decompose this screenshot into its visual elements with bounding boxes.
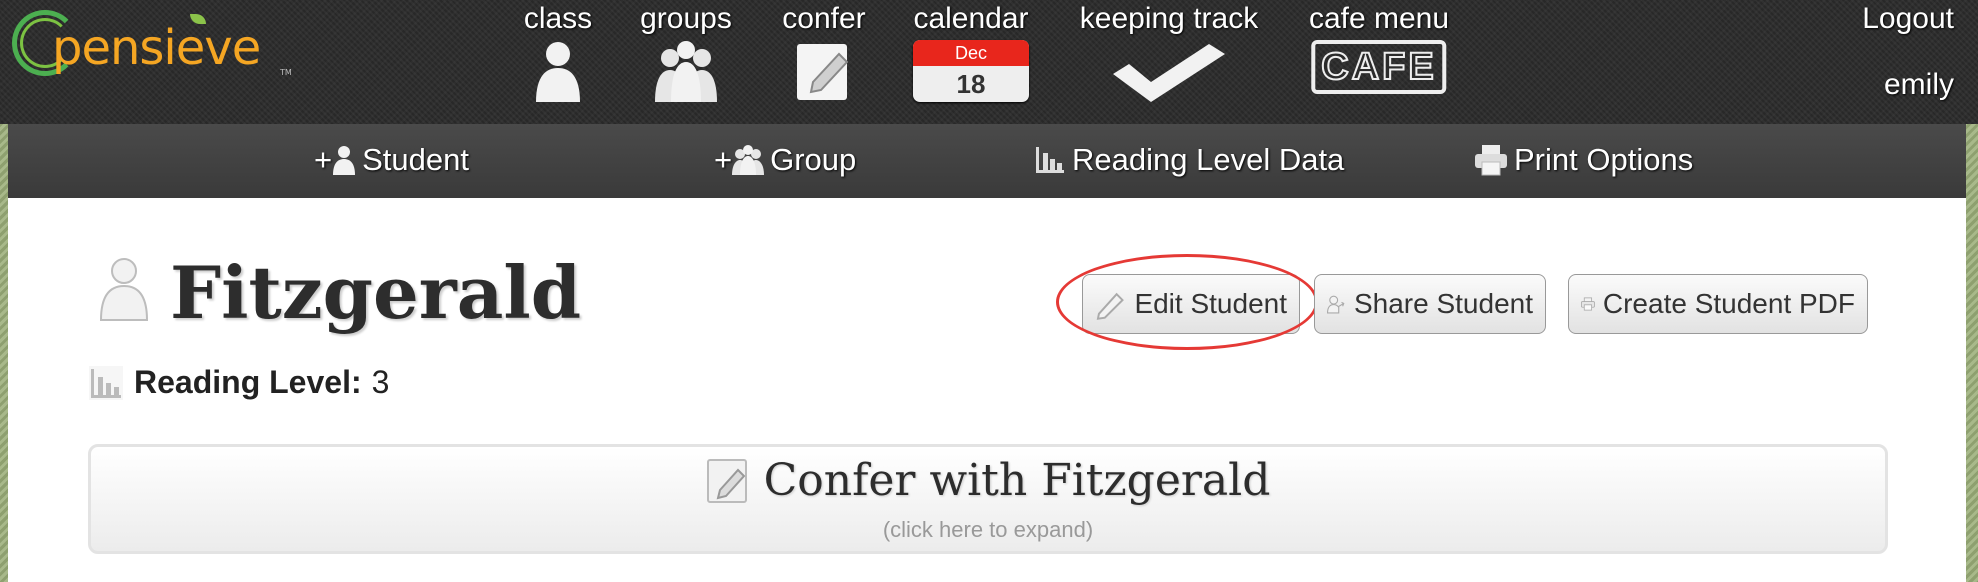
bar-chart-icon bbox=[89, 365, 123, 400]
pensieve-logo[interactable]: pensieve TM bbox=[12, 6, 292, 88]
print-options-link[interactable]: Print Options bbox=[1474, 142, 1693, 178]
nav-confer-label: confer bbox=[782, 2, 866, 35]
confer-title: Confer with Fitzgerald bbox=[91, 455, 1885, 506]
username-link[interactable]: emily bbox=[1884, 68, 1954, 102]
student-page: Fitzgerald Reading Level: 3 Edit Student… bbox=[8, 198, 1966, 582]
confer-panel[interactable]: Confer with Fitzgerald (click here to ex… bbox=[88, 444, 1888, 554]
notepad-icon bbox=[797, 44, 849, 100]
confer-title-text: Confer with Fitzgerald bbox=[763, 455, 1271, 506]
print-options-label: Print Options bbox=[1514, 142, 1694, 177]
nav-calendar-label: calendar bbox=[913, 2, 1029, 35]
top-nav-bar: pensieve TM class groups confer calendar… bbox=[0, 0, 1978, 124]
share-student-button[interactable]: Share Student bbox=[1314, 274, 1546, 334]
calendar-day: 18 bbox=[956, 69, 986, 99]
nav-class[interactable]: class bbox=[516, 0, 600, 102]
add-student-button[interactable]: + Student bbox=[314, 142, 469, 178]
person-icon bbox=[333, 146, 356, 175]
add-group-button[interactable]: + Group bbox=[714, 142, 856, 178]
reading-level-data-label: Reading Level Data bbox=[1072, 142, 1345, 177]
plus-sign: + bbox=[314, 142, 333, 177]
nav-groups-label: groups bbox=[640, 2, 732, 35]
add-group-label: Group bbox=[770, 142, 857, 177]
checkmark-icon bbox=[1113, 44, 1225, 102]
nav-keeping-track-label: keeping track bbox=[1079, 2, 1259, 35]
nav-groups[interactable]: groups bbox=[632, 0, 740, 102]
group-icon bbox=[655, 41, 717, 102]
nav-cafe-menu-label: cafe menu bbox=[1308, 2, 1450, 35]
nav-confer[interactable]: confer bbox=[772, 0, 876, 100]
add-student-label: Student bbox=[362, 142, 469, 177]
student-name-heading: Fitzgerald bbox=[170, 250, 582, 335]
notepad-icon bbox=[706, 458, 747, 503]
bar-chart-icon bbox=[1036, 147, 1064, 173]
share-user-icon bbox=[1327, 295, 1345, 314]
confer-subtitle: (click here to expand) bbox=[882, 517, 1094, 542]
reading-level-data-link[interactable]: Reading Level Data bbox=[1034, 142, 1344, 178]
cafe-icon: CAFE bbox=[1311, 40, 1447, 94]
nav-keeping-track[interactable]: keeping track bbox=[1074, 0, 1264, 102]
nav-cafe-menu[interactable]: cafe menu CAFE bbox=[1306, 0, 1452, 94]
share-student-label: Share Student bbox=[1353, 288, 1533, 319]
plus-sign: + bbox=[714, 142, 733, 177]
logout-link[interactable]: Logout bbox=[1862, 2, 1954, 36]
group-icon bbox=[732, 145, 765, 175]
action-toolbar: + Student + Group Reading Level Data Pri… bbox=[8, 124, 1966, 198]
create-student-pdf-button[interactable]: Create Student PDF bbox=[1568, 274, 1868, 334]
printer-icon bbox=[1581, 297, 1595, 311]
highlight-annotation bbox=[1056, 254, 1318, 350]
reading-level-label: Reading Level: bbox=[134, 364, 362, 400]
person-icon bbox=[536, 42, 580, 102]
trademark-mark: TM bbox=[280, 68, 292, 77]
create-student-pdf-label: Create Student PDF bbox=[1602, 288, 1855, 319]
reading-level-info: Reading Level: 3 bbox=[88, 364, 389, 401]
student-avatar-icon bbox=[99, 258, 149, 321]
reading-level-value: 3 bbox=[371, 364, 390, 400]
nav-class-label: class bbox=[523, 2, 593, 35]
logo-text: pensieve bbox=[52, 20, 261, 76]
nav-calendar[interactable]: calendar Dec 18 bbox=[906, 0, 1036, 102]
calendar-month: Dec bbox=[913, 40, 1029, 66]
printer-icon bbox=[1475, 145, 1507, 176]
calendar-icon: Dec 18 bbox=[913, 40, 1029, 102]
